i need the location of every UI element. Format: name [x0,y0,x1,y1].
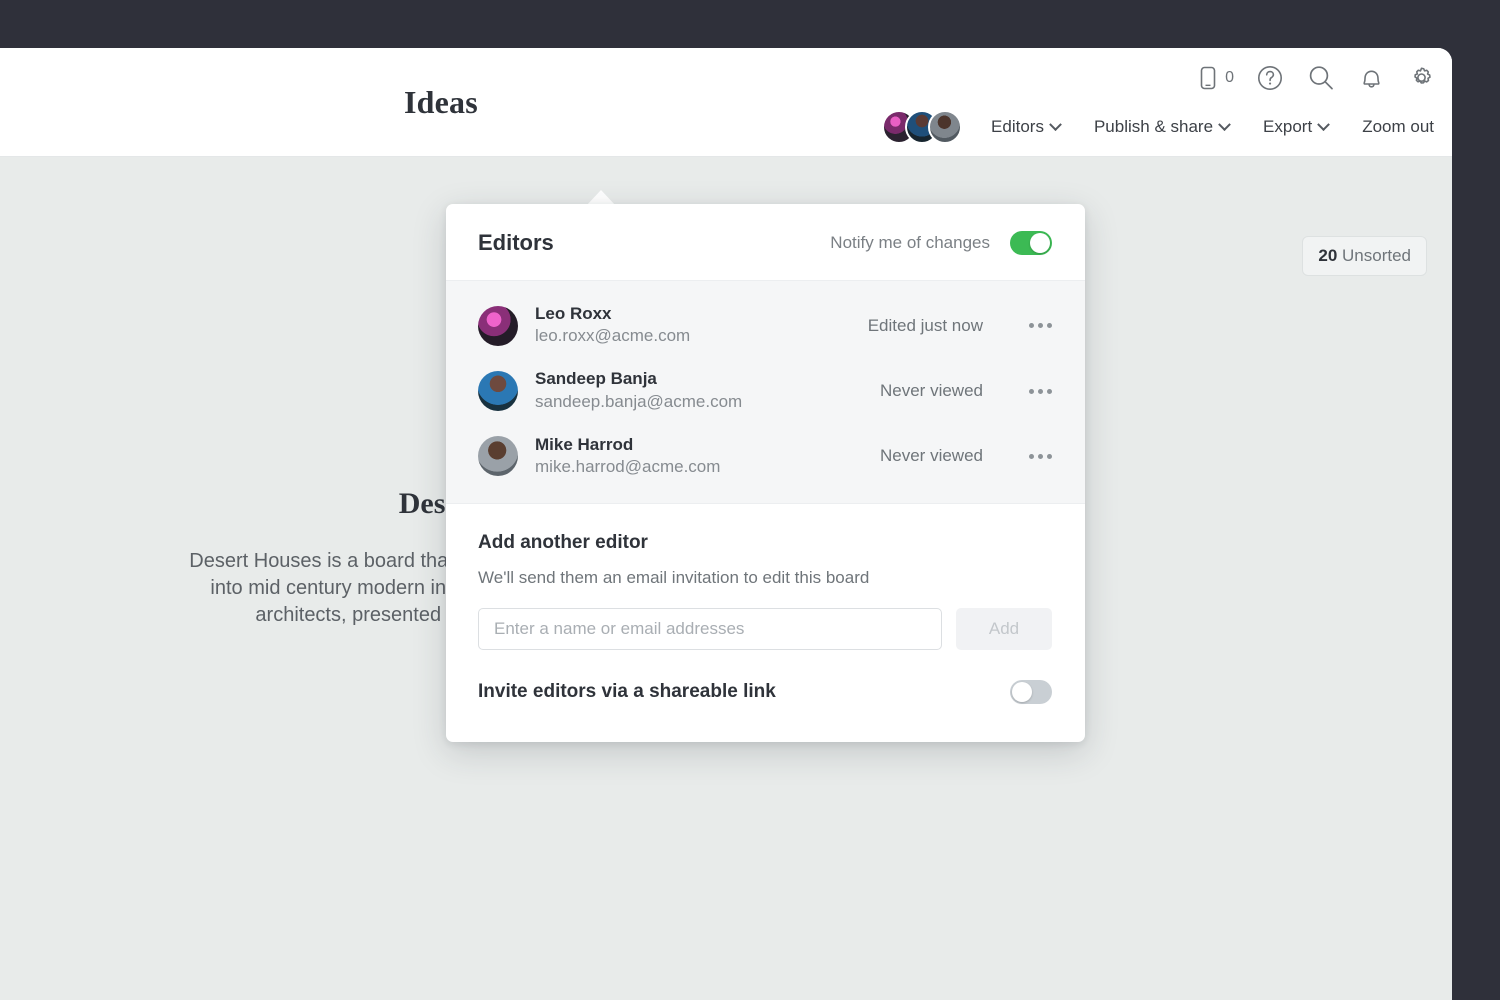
popover-header: Editors Notify me of changes [446,204,1085,280]
unsorted-badge[interactable]: 20 Unsorted [1302,236,1427,276]
add-editor-title: Add another editor [478,532,648,554]
avatar [478,305,518,346]
notify-control: Notify me of changes [830,231,1052,255]
app-header: 0 Ideas Editors Publish & share Export Z… [0,48,1452,157]
editor-options-button[interactable] [1029,388,1052,394]
add-editor-subtitle: We'll send them an email invitation to e… [478,568,870,588]
notifications-button[interactable] [1358,64,1385,92]
board-title: Ideas [404,84,478,120]
editor-list: Leo Roxx leo.roxx@acme.com Edited just n… [446,280,1085,505]
avatar [478,436,518,477]
add-editor-input[interactable] [478,608,942,651]
search-icon [1306,63,1336,93]
editor-status: Never viewed [880,381,983,401]
notify-label: Notify me of changes [830,233,990,252]
nav-item-label: Editors [991,117,1044,136]
app-window: 0 Ideas Editors Publish & share Export Z… [0,48,1452,1000]
editor-email: mike.harrod@acme.com [535,457,721,477]
toggle-knob [1030,233,1050,253]
list-item[interactable]: Sandeep Banja sandeep.banja@acme.com Nev… [446,358,1085,423]
editor-info: Sandeep Banja sandeep.banja@acme.com [535,368,880,413]
editor-status: Never viewed [880,446,983,466]
editor-options-button[interactable] [1029,323,1052,329]
toggle-knob [1012,682,1032,703]
mobile-device-button[interactable]: 0 [1197,65,1234,91]
add-editor-section: Add another editor We'll send them an em… [446,504,1085,651]
nav-item-export[interactable]: Export [1246,117,1345,137]
nav-item-label: Export [1263,117,1313,136]
nav-item-editors[interactable]: Editors [974,117,1077,137]
add-editor-button[interactable]: Add [956,608,1052,651]
editor-name: Leo Roxx [535,304,612,323]
editor-name: Mike Harrod [535,434,634,454]
avatar [928,110,963,144]
mobile-device-icon [1197,65,1219,91]
mobile-device-count: 0 [1225,69,1234,86]
editor-info: Leo Roxx leo.roxx@acme.com [535,303,868,348]
editor-info: Mike Harrod mike.harrod@acme.com [535,434,880,479]
nav-item-publish-share[interactable]: Publish & share [1077,117,1246,137]
header-nav: Editors Publish & share Export Zoom out [882,110,1434,144]
shareable-link-toggle[interactable] [1010,680,1052,705]
utility-icon-bar: 0 [1197,58,1436,98]
avatar [478,371,518,412]
search-button[interactable] [1306,63,1336,93]
shareable-link-label: Invite editors via a shareable link [478,681,776,703]
chevron-down-icon [1317,117,1331,131]
chevron-down-icon [1049,117,1062,131]
editor-status: Edited just now [867,315,983,335]
editors-popover: Editors Notify me of changes Leo Roxx le… [446,204,1085,743]
shareable-link-row: Invite editors via a shareable link [446,680,1085,742]
editor-email: leo.roxx@acme.com [535,326,691,346]
add-editor-row: Add [478,608,1052,651]
editor-options-button[interactable] [1029,453,1052,459]
editor-avatar-stack[interactable] [882,110,963,144]
bell-icon [1358,64,1385,92]
nav-item-label: Zoom out [1362,117,1434,136]
chevron-down-icon [1218,117,1231,131]
list-item[interactable]: Leo Roxx leo.roxx@acme.com Edited just n… [446,293,1085,358]
nav-item-label: Publish & share [1093,117,1214,136]
list-item[interactable]: Mike Harrod mike.harrod@acme.com Never v… [446,424,1085,489]
help-circle-icon [1256,64,1284,92]
settings-button[interactable] [1407,64,1436,93]
unsorted-label: Unsorted [1342,246,1411,265]
popover-title: Editors [478,230,554,255]
help-button[interactable] [1256,64,1284,92]
nav-item-zoom-out[interactable]: Zoom out [1345,117,1434,137]
notify-toggle[interactable] [1010,231,1052,255]
editor-name: Sandeep Banja [535,369,657,389]
unsorted-count: 20 [1318,246,1338,265]
editor-email: sandeep.banja@acme.com [535,391,743,411]
gear-icon [1407,64,1436,93]
